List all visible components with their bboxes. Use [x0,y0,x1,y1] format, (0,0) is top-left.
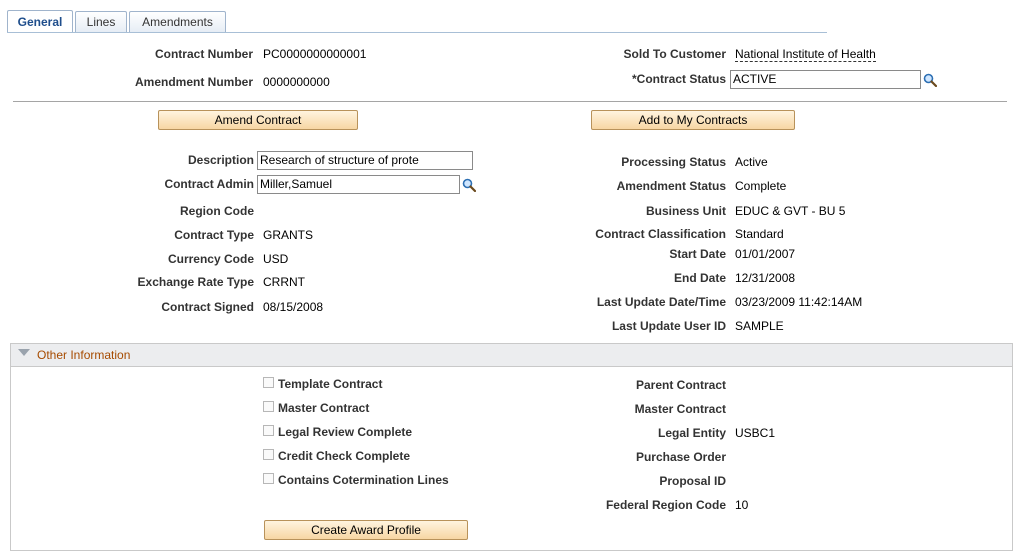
amendment-status-label: Amendment Status [616,179,726,193]
magnifier-icon[interactable] [462,178,476,192]
tab-general[interactable]: General [7,10,73,33]
contract-admin-input[interactable]: Miller,Samuel [257,175,460,194]
last-update-user-label: Last Update User ID [611,319,726,333]
region-code-label: Region Code [180,204,254,218]
amendment-status-value: Complete [735,179,787,193]
last-update-datetime-value: 03/23/2009 11:42:14AM [735,295,863,309]
other-information-header[interactable] [10,343,1013,367]
header-divider [13,101,1007,102]
template-contract-label: Template Contract [278,377,383,391]
currency-code-value: USD [263,252,289,266]
contract-type-value: GRANTS [263,228,314,242]
processing-status-label: Processing Status [621,155,726,169]
legal-entity-label: Legal Entity [657,426,726,440]
amendment-number-label: Amendment Number [134,75,253,89]
other-information-title[interactable]: Other Information [37,348,130,362]
business-unit-label: Business Unit [645,204,726,218]
contract-classification-label: Contract Classification [595,227,726,241]
end-date-label: End Date [673,271,726,285]
template-contract-checkbox[interactable] [263,377,274,388]
magnifier-icon[interactable] [923,73,937,87]
credit-check-complete-checkbox[interactable] [263,449,274,460]
tab-divider [7,32,827,33]
amendment-number-value: 0000000000 [263,75,330,89]
legal-entity-value: USBC1 [735,426,776,440]
last-update-datetime-label: Last Update Date/Time [596,295,726,309]
tab-lines[interactable]: Lines [75,11,127,32]
exchange-rate-type-value: CRRNT [263,275,305,289]
description-input[interactable]: Research of structure of prote [257,151,473,170]
triangle-down-icon[interactable] [18,349,30,356]
contract-type-label: Contract Type [174,228,254,242]
proposal-id-label: Proposal ID [659,474,726,488]
add-to-my-contracts-button[interactable]: Add to My Contracts [591,110,795,130]
legal-review-complete-checkbox[interactable] [263,425,274,436]
legal-review-complete-label: Legal Review Complete [278,425,413,439]
contract-signed-value: 08/15/2008 [263,300,324,314]
contract-number-label: Contract Number [154,47,253,61]
contract-admin-label: Contract Admin [164,177,254,191]
create-award-profile-button[interactable]: Create Award Profile [264,520,468,540]
contract-classification-value: Standard [735,227,784,241]
federal-region-code-value: 10 [735,498,749,512]
business-unit-value: EDUC & GVT - BU 5 [735,204,846,218]
start-date-value: 01/01/2007 [735,247,796,261]
master-contract-checkbox-label: Master Contract [278,401,370,415]
start-date-label: Start Date [669,247,726,261]
contract-number-value: PC0000000000001 [263,47,367,61]
contains-cotermination-lines-label: Contains Cotermination Lines [278,473,449,487]
federal-region-code-label: Federal Region Code [605,498,726,512]
credit-check-complete-label: Credit Check Complete [278,449,411,463]
master-contract-label: Master Contract [634,402,726,416]
purchase-order-label: Purchase Order [635,450,726,464]
tab-amendments[interactable]: Amendments [129,11,226,32]
other-information-section [10,343,1013,551]
currency-code-label: Currency Code [167,252,254,266]
contains-cotermination-lines-checkbox[interactable] [263,473,274,484]
exchange-rate-type-label: Exchange Rate Type [137,275,254,289]
processing-status-value: Active [735,155,768,169]
contract-status-input[interactable]: ACTIVE [730,70,921,89]
contract-status-label: *Contract Status [631,72,726,86]
sold-to-customer-label: Sold To Customer [623,47,726,61]
description-label: Description [187,153,254,167]
parent-contract-label: Parent Contract [635,378,726,392]
sold-to-customer-link[interactable]: National Institute of Health [735,47,876,62]
contract-signed-label: Contract Signed [161,300,254,314]
master-contract-checkbox[interactable] [263,401,274,412]
amend-contract-button[interactable]: Amend Contract [158,110,358,130]
last-update-user-value: SAMPLE [735,319,784,333]
end-date-value: 12/31/2008 [735,271,796,285]
